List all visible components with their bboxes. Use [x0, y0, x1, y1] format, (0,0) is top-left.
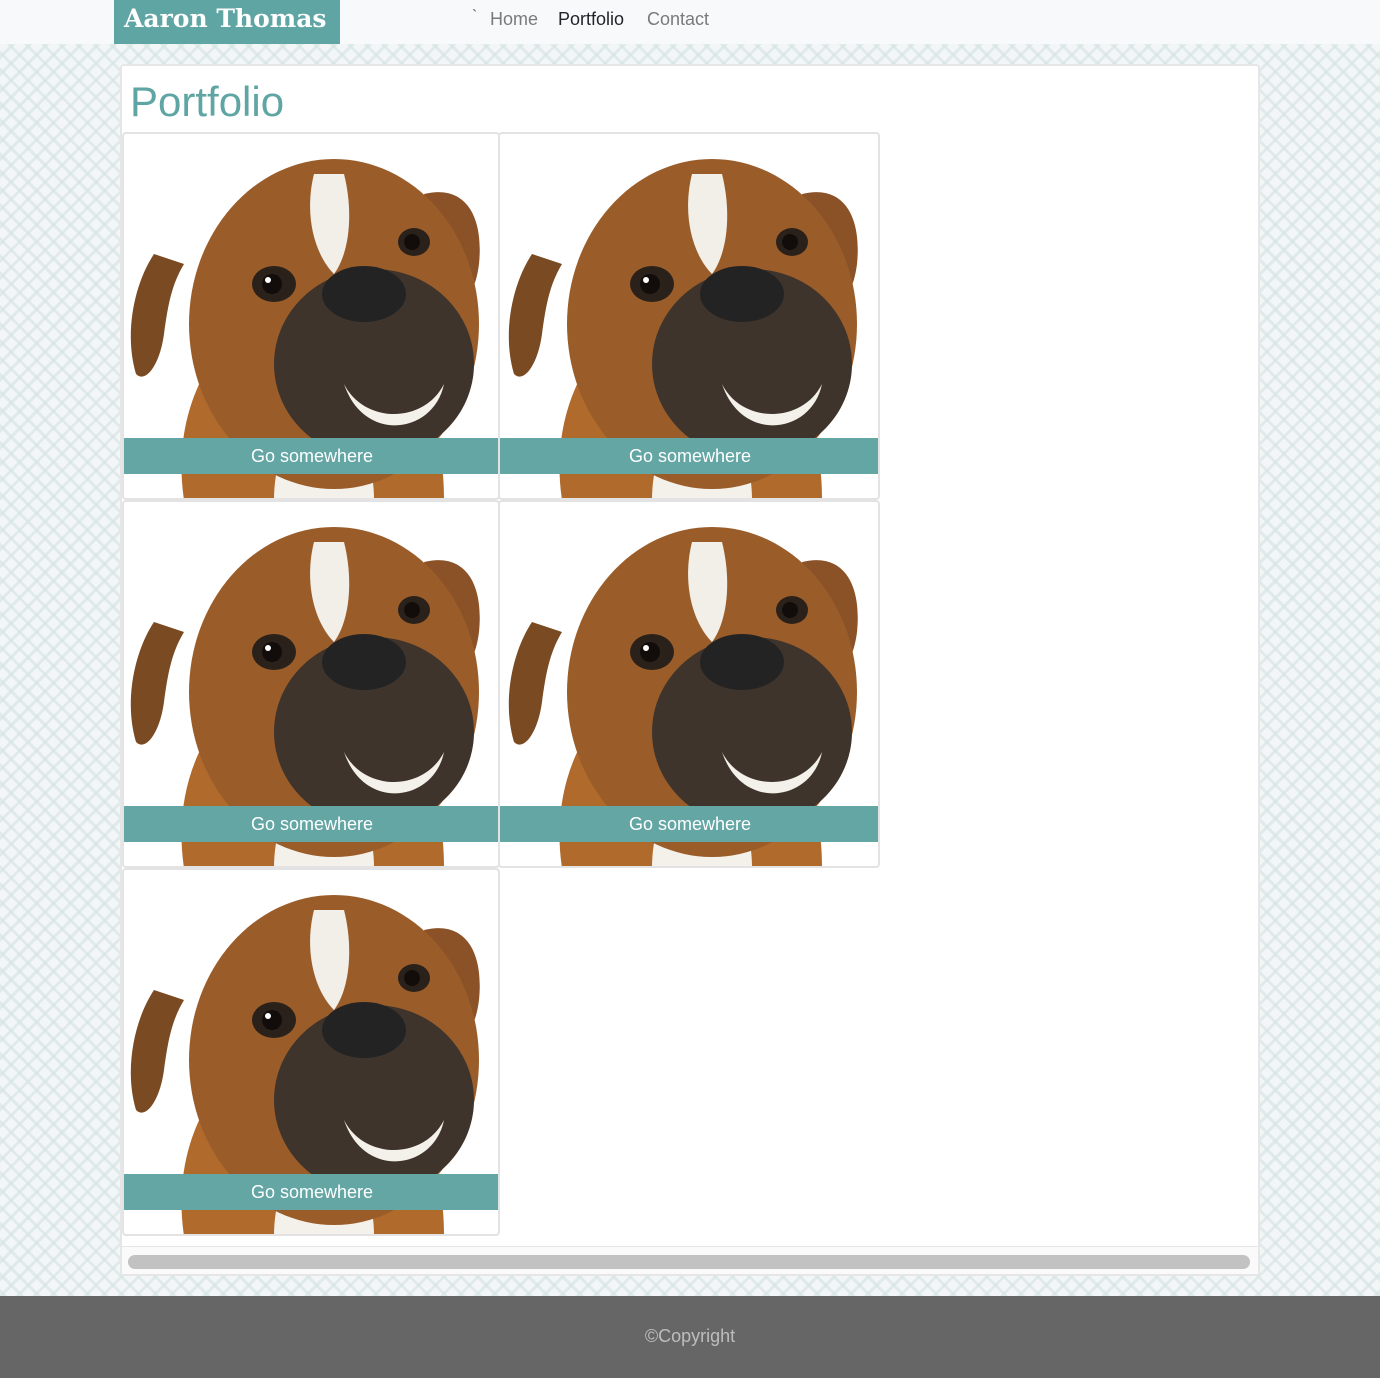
portfolio-card: Go somewhere — [122, 132, 500, 500]
nav-contact[interactable]: Contact — [647, 9, 709, 30]
portfolio-card: Go somewhere — [122, 868, 500, 1236]
go-somewhere-button[interactable]: Go somewhere — [500, 806, 878, 842]
navbar: Aaron Thomas ` Home Portfolio Contact — [0, 0, 1380, 44]
footer: ©Copyright — [0, 1296, 1380, 1378]
go-somewhere-button[interactable]: Go somewhere — [124, 438, 498, 474]
brand-logo[interactable]: Aaron Thomas — [114, 0, 340, 44]
portfolio-panel: Portfolio Go somewhere Go somewhere Go s… — [120, 64, 1260, 1276]
portfolio-card: Go somewhere — [122, 500, 500, 868]
scrollbar-thumb[interactable] — [128, 1255, 1250, 1269]
page-title: Portfolio — [130, 78, 285, 125]
portfolio-card: Go somewhere — [498, 132, 880, 500]
go-somewhere-button[interactable]: Go somewhere — [124, 806, 498, 842]
nav-home[interactable]: Home — [490, 9, 538, 30]
copyright-text: ©Copyright — [644, 1326, 736, 1346]
nav-portfolio[interactable]: Portfolio — [558, 9, 624, 30]
go-somewhere-button[interactable]: Go somewhere — [124, 1174, 498, 1210]
horizontal-scrollbar[interactable] — [122, 1246, 1258, 1274]
portfolio-card: Go somewhere — [498, 500, 880, 868]
nav-tick-mark: ` — [472, 8, 478, 25]
go-somewhere-button[interactable]: Go somewhere — [500, 438, 878, 474]
